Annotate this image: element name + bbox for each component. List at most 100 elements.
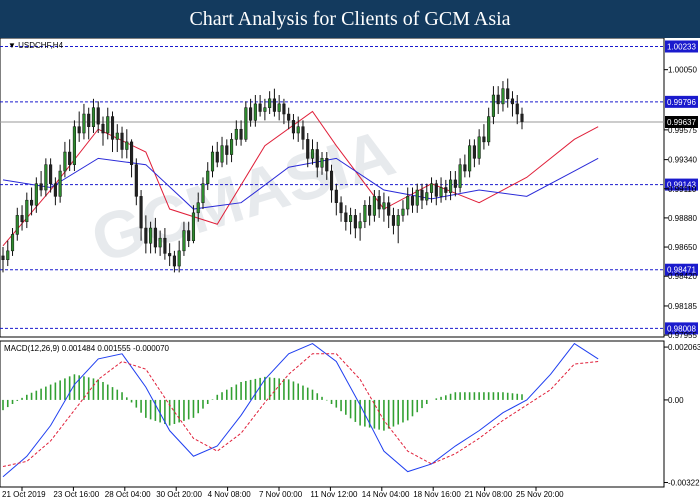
candle-body xyxy=(310,149,315,159)
candle-body xyxy=(182,230,186,252)
candle-body xyxy=(429,183,434,193)
candle-body xyxy=(406,196,410,210)
price-axis-tick-label: 1.00050 xyxy=(668,66,697,75)
candle-body xyxy=(30,199,34,206)
candle-body xyxy=(396,215,400,226)
candle-body xyxy=(191,212,196,241)
candle-body xyxy=(120,132,124,150)
time-axis-tick-label: 25 Nov 20:00 xyxy=(516,490,564,499)
banner-title: Chart Analysis for Clients of GCM Asia xyxy=(189,7,511,30)
candle-body xyxy=(139,196,143,229)
candle-body xyxy=(149,227,153,244)
candle-body xyxy=(420,189,424,201)
time-axis-tick-label: 21 Nov 08:00 xyxy=(465,490,513,499)
candle-body xyxy=(287,113,291,121)
candle-body xyxy=(434,183,438,197)
candle-body xyxy=(368,204,372,216)
candle-body xyxy=(510,98,515,105)
candle-body xyxy=(272,98,276,112)
candle-body xyxy=(49,164,53,184)
candle-body xyxy=(487,116,491,143)
candle-body xyxy=(25,199,29,222)
candle-body xyxy=(249,107,253,121)
candle-body xyxy=(382,202,386,210)
candle-body xyxy=(96,107,100,125)
candle-body xyxy=(101,123,105,134)
level-price-label: 0.99796 xyxy=(667,98,696,107)
candle-body xyxy=(44,164,48,191)
macd-axis-tick-label: -0.003225 xyxy=(668,479,700,488)
candle-body xyxy=(6,250,10,260)
macd-axis: 0.002063 0.00 -0.003225 xyxy=(664,343,700,488)
candle-body xyxy=(372,196,376,216)
price-axis-tick-label: 0.98185 xyxy=(668,302,697,311)
candle-body xyxy=(130,141,134,165)
time-axis-tick-label: 28 Oct 04:00 xyxy=(105,490,151,499)
candle-body xyxy=(439,187,443,197)
price-chart[interactable]: GCMASIA 1.002330.997960.991430.984710.98… xyxy=(0,38,700,500)
candle-body xyxy=(506,88,510,100)
candle-body xyxy=(15,215,19,235)
candle-body xyxy=(110,116,115,140)
candle-body xyxy=(229,139,234,155)
macd-axis-tick-label: 0.00 xyxy=(668,396,684,405)
candle-body xyxy=(87,113,91,127)
candle-body xyxy=(206,170,210,184)
candle-body xyxy=(334,189,338,203)
candle-body xyxy=(477,136,481,159)
candle-body xyxy=(453,179,457,188)
candle-body xyxy=(320,158,324,168)
candle-body xyxy=(63,151,67,172)
macd-panel: MACD(12,26,9) 0.001484 0.001555 -0.00007… xyxy=(0,340,665,488)
candle-body xyxy=(449,179,453,193)
time-axis-tick-label: 11 Nov 12:00 xyxy=(310,490,358,499)
candle-body xyxy=(225,145,229,155)
price-axis-tick-label: 0.98650 xyxy=(668,243,697,252)
price-axis-tick-label: 0.98420 xyxy=(668,272,697,281)
candle-body xyxy=(377,196,381,210)
candle-body xyxy=(353,215,357,229)
candle-body xyxy=(187,230,191,241)
time-axis-tick-label: 14 Nov 04:00 xyxy=(362,490,410,499)
time-axis-tick-label: 7 Nov 00:00 xyxy=(259,490,303,499)
candle-body xyxy=(106,116,110,134)
time-axis-tick-label: 23 Oct 16:00 xyxy=(53,490,99,499)
candle-body xyxy=(1,255,5,260)
candle-body xyxy=(244,107,248,140)
candle-body xyxy=(134,164,138,197)
candle-body xyxy=(329,170,334,191)
candle-body xyxy=(10,234,15,252)
price-axis-tick-label: 0.99575 xyxy=(668,126,697,135)
candle-body xyxy=(358,221,362,229)
level-price-label: 1.00233 xyxy=(667,42,696,51)
candle-body xyxy=(344,212,348,222)
candle-body xyxy=(391,215,395,226)
candle-body xyxy=(220,145,224,163)
candle-body xyxy=(196,202,200,214)
candle-body xyxy=(20,215,24,222)
candle-body xyxy=(482,136,486,143)
candle-body xyxy=(463,164,467,172)
candle-body xyxy=(153,227,157,248)
candle-body xyxy=(401,208,405,216)
candle-body xyxy=(77,126,81,134)
candle-body xyxy=(82,113,86,134)
chart-banner: Chart Analysis for Clients of GCM Asia xyxy=(0,0,700,38)
candle-body xyxy=(458,164,462,188)
candle-body xyxy=(491,94,495,117)
candle-body xyxy=(501,88,505,105)
price-axis-tick-label: 0.99110 xyxy=(668,185,697,194)
time-axis-tick-label: 30 Oct 20:00 xyxy=(156,490,202,499)
time-axis-tick-label: 18 Nov 16:00 xyxy=(413,490,461,499)
candle-body xyxy=(168,253,172,257)
candle-body xyxy=(468,145,472,172)
price-axis-tick-label: 0.98880 xyxy=(668,214,697,223)
candle-body xyxy=(282,103,286,115)
candle-body xyxy=(291,120,296,134)
time-axis: 21 Oct 2019 23 Oct 16:00 28 Oct 04:00 30 Oc… xyxy=(2,487,564,499)
macd-axis-tick-label: 0.002063 xyxy=(668,343,700,352)
candle-body xyxy=(263,107,267,112)
candle-body xyxy=(472,145,476,159)
candle-body xyxy=(277,103,281,112)
candle-body xyxy=(363,204,367,222)
